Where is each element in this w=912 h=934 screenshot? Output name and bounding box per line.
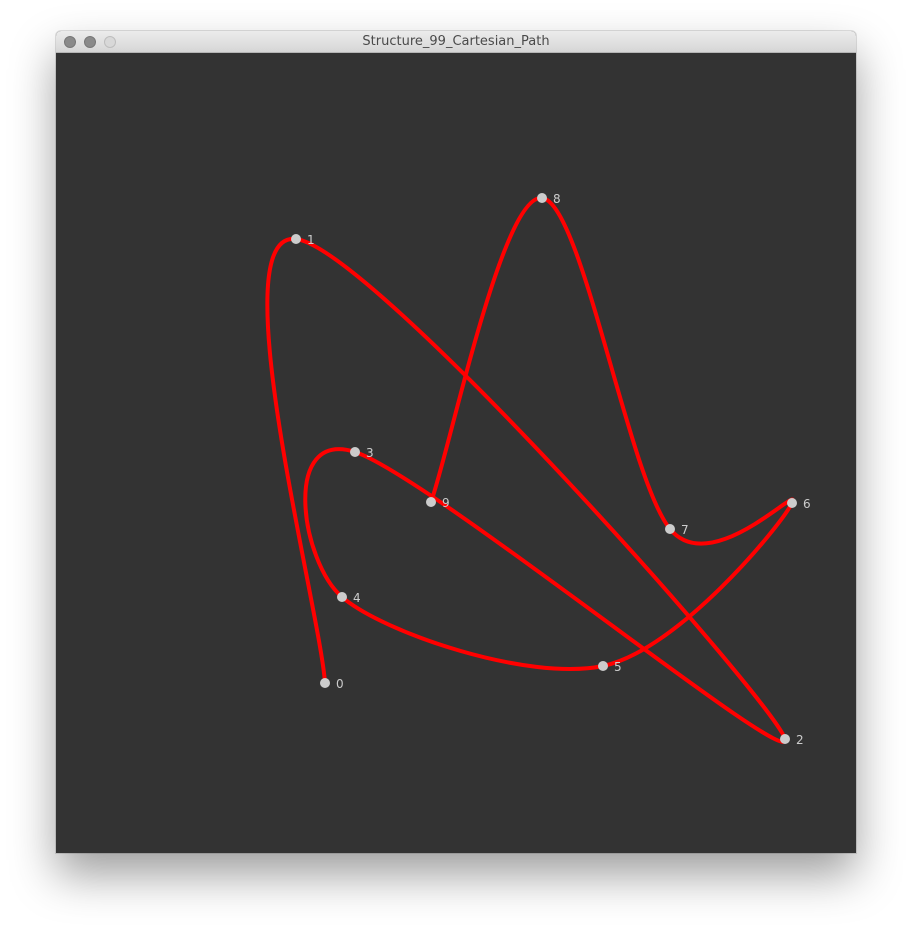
point-marker-7	[665, 524, 675, 534]
point-label-5: 5	[614, 660, 622, 674]
point-marker-0	[320, 678, 330, 688]
cartesian-path-plot: 0 1 2 3 4 5 6 7 8 9	[265, 192, 811, 747]
point-label-7: 7	[681, 523, 689, 537]
title-bar[interactable]: Structure_99_Cartesian_Path	[56, 31, 856, 53]
point-marker-3	[350, 447, 360, 457]
point-marker-5	[598, 661, 608, 671]
point-label-9: 9	[442, 496, 450, 510]
point-label-2: 2	[796, 733, 804, 747]
point-label-1: 1	[307, 233, 315, 247]
point-label-6: 6	[803, 497, 811, 511]
point-label-8: 8	[553, 192, 561, 206]
point-label-4: 4	[353, 591, 361, 605]
curve-path	[265, 195, 795, 744]
sketch-canvas[interactable]: 0 1 2 3 4 5 6 7 8 9	[56, 53, 856, 853]
point-label-0: 0	[336, 677, 344, 691]
point-marker-9	[426, 497, 436, 507]
point-marker-6	[787, 498, 797, 508]
point-marker-1	[291, 234, 301, 244]
window-title: Structure_99_Cartesian_Path	[362, 34, 550, 49]
app-window: Structure_99_Cartesian_Path 0 1 2 3 4 5 6 7 8 9	[56, 31, 856, 853]
point-marker-2	[780, 734, 790, 744]
point-label-3: 3	[366, 446, 374, 460]
point-marker-8	[537, 193, 547, 203]
point-marker-4	[337, 592, 347, 602]
